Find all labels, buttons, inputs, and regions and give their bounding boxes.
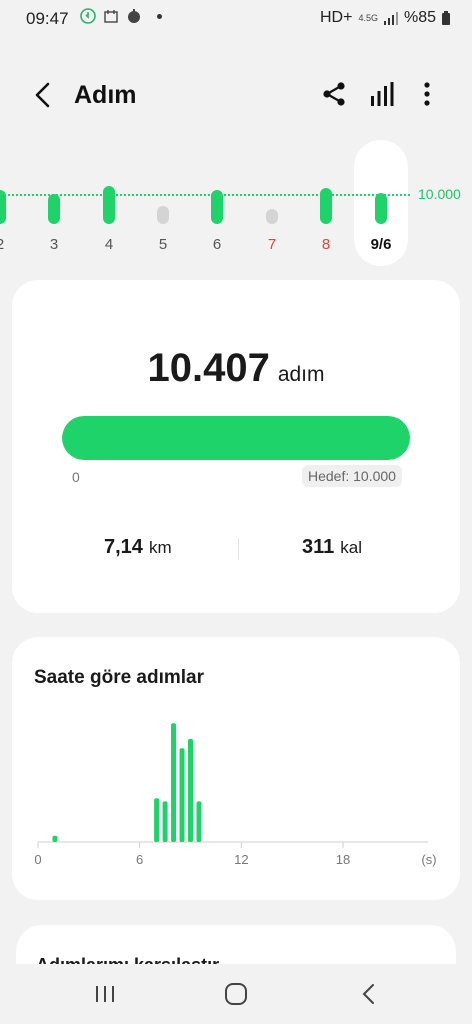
- battery-percent: %85: [403, 9, 436, 26]
- day-label: 7: [267, 236, 277, 253]
- stat-divider: [238, 538, 239, 560]
- weekly-steps-chart[interactable]: 9/6 8 7 6 5 4 3 2 10.000: [0, 140, 472, 270]
- status-right: HD+ 4.5G %85: [320, 9, 450, 27]
- hourly-bar: [52, 835, 58, 842]
- back-arrow-icon[interactable]: [28, 80, 58, 110]
- distance-unit: km: [148, 538, 172, 557]
- step-count-value: 10.407: [147, 346, 270, 390]
- hourly-bar: [179, 748, 185, 842]
- sync-icon: [80, 8, 96, 24]
- hourly-steps-card[interactable]: Saate göre adımlar 0 6 12 18 (s): [12, 637, 460, 900]
- day-bar: [103, 185, 115, 224]
- calories-value: 311: [302, 536, 335, 558]
- battery-icon: [442, 11, 450, 25]
- x-tick-label: 18: [336, 852, 350, 867]
- day-label: 2: [0, 236, 20, 253]
- goal-line: [0, 194, 410, 196]
- step-count: 10.407 adım: [12, 346, 460, 391]
- day-column[interactable]: 7: [252, 140, 292, 266]
- system-nav-bar: [0, 964, 472, 1024]
- calories-stat: 311 kal: [302, 536, 362, 559]
- hourly-title: Saate göre adımlar: [34, 667, 205, 688]
- network-type: HD+: [320, 9, 353, 26]
- day-bar: [375, 192, 387, 224]
- more-options-icon[interactable]: [414, 80, 440, 108]
- hourly-steps-chart: 0 6 12 18 (s): [34, 723, 437, 867]
- distance-value: 7,14: [104, 536, 143, 558]
- calories-unit: kal: [340, 538, 362, 557]
- notification-icons: [80, 8, 162, 24]
- status-time: 09:47: [26, 9, 69, 28]
- hourly-bar: [188, 738, 193, 842]
- hourly-bar: [162, 801, 168, 842]
- more-notifications-dot: [157, 13, 162, 19]
- share-icon[interactable]: [320, 80, 348, 108]
- day-column-selected[interactable]: 9/6: [354, 140, 408, 266]
- day-column[interactable]: 8: [306, 140, 346, 266]
- recent-apps-icon[interactable]: [92, 982, 118, 1006]
- hourly-bar: [154, 798, 160, 842]
- status-bar: 09:47 HD+ 4.5G %85: [0, 0, 472, 38]
- goal-line-label: 10.000: [418, 186, 461, 202]
- page-title: Adım: [74, 81, 137, 109]
- goal-badge: Hedef: 10.000: [302, 465, 402, 487]
- distance-stat: 7,14 km: [104, 536, 172, 559]
- progress-min-label: 0: [72, 469, 80, 485]
- signal-label: 4.5G: [358, 13, 378, 23]
- home-icon[interactable]: [223, 982, 249, 1006]
- goal-progress-fill: [62, 416, 410, 460]
- day-label: 3: [49, 236, 59, 253]
- goal-progress-bar: [62, 416, 410, 460]
- day-bar: [157, 206, 169, 224]
- day-label: 9/6: [370, 236, 392, 253]
- day-column[interactable]: 3: [34, 140, 74, 266]
- day-column[interactable]: 2: [0, 140, 20, 266]
- day-label: 6: [212, 236, 222, 253]
- daily-summary-card[interactable]: 10.407 adım 0 Hedef: 10.000 7,14 km 311 kal: [12, 280, 460, 613]
- day-column[interactable]: 6: [197, 140, 237, 266]
- day-label: 8: [321, 236, 331, 253]
- x-axis-unit: (s): [421, 852, 436, 867]
- day-column[interactable]: 4: [89, 140, 129, 266]
- app-icon: [128, 9, 140, 23]
- x-tick-label: 0: [34, 852, 41, 867]
- step-count-unit: adım: [277, 363, 325, 386]
- top-app-bar: Adım: [0, 68, 472, 124]
- bar-chart-icon[interactable]: [368, 80, 398, 108]
- signal-icon: [383, 12, 398, 25]
- day-column[interactable]: 5: [143, 140, 183, 266]
- day-bar: [48, 193, 60, 224]
- back-nav-icon[interactable]: [356, 982, 382, 1006]
- calendar-icon: [104, 10, 118, 23]
- day-label: 5: [158, 236, 168, 253]
- day-label: 4: [104, 236, 114, 253]
- hourly-bar: [196, 801, 202, 842]
- x-tick-label: 6: [136, 852, 143, 867]
- day-bar: [266, 209, 278, 224]
- x-tick-label: 12: [234, 852, 248, 867]
- hourly-bar: [171, 723, 177, 842]
